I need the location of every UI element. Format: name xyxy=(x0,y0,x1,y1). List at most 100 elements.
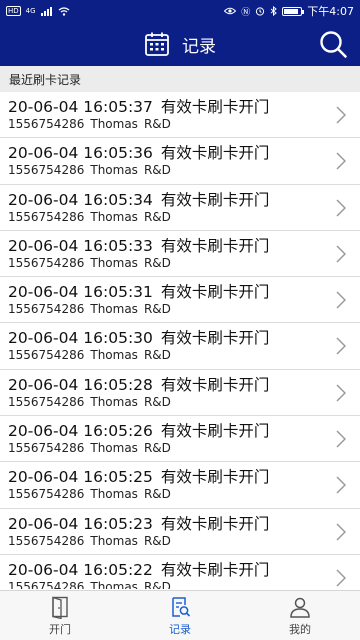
list-item[interactable]: 20-06-04 16:05:31 有效卡刷卡开门 1556754286 Thomas… xyxy=(0,277,360,324)
record-datetime: 20-06-04 16:05:36 xyxy=(8,144,153,163)
record-header: 20-06-04 16:05:23 有效卡刷卡开门 xyxy=(8,512,269,534)
chevron-right-icon xyxy=(336,152,346,170)
list-item[interactable]: 20-06-04 16:05:25 有效卡刷卡开门 1556754286 Thomas… xyxy=(0,462,360,509)
record-details: 1556754286 Thomas R&D xyxy=(8,210,177,224)
list-item[interactable]: 20-06-04 16:05:23 有效卡刷卡开门 1556754286 Thomas… xyxy=(0,509,360,555)
record-card-number: 1556754286 xyxy=(8,117,85,131)
record-department: R&D xyxy=(143,302,171,317)
record-datetime: 20-06-04 16:05:28 xyxy=(8,375,153,394)
list-item[interactable]: 20-06-04 16:05:37 有效卡刷卡开门 1556754286 Thomas… xyxy=(0,92,360,139)
chevron-right-icon xyxy=(336,199,346,217)
list-item[interactable]: 20-06-04 16:05:33 有效卡刷卡开门 1556754286 Thomas… xyxy=(0,231,360,278)
chevron-right-icon xyxy=(336,384,346,402)
status-time: 下午4:07 xyxy=(307,5,354,18)
hd-badge: HD xyxy=(6,6,21,16)
record-card-number: 1556754286 xyxy=(8,487,85,502)
nav-label-records: 记录 xyxy=(169,622,191,636)
nav-label-mine: 我的 xyxy=(289,622,311,636)
list-item[interactable]: 20-06-04 16:05:36 有效卡刷卡开门 1556754286 Thomas… xyxy=(0,138,360,185)
record-status: 有效卡刷卡开门 xyxy=(160,144,270,163)
record-header: 20-06-04 16:05:25 有效卡刷卡开门 xyxy=(8,465,269,487)
bottom-nav: 开门 记录 我的 xyxy=(0,590,360,640)
record-user-name: Thomas xyxy=(90,255,138,270)
record-header: 20-06-04 16:05:28 有效卡刷卡开门 xyxy=(8,373,269,395)
status-bar: HD 4G Ⓝ 下午4:07 xyxy=(0,0,360,22)
record-status: 有效卡刷卡开门 xyxy=(160,422,270,441)
record-status: 有效卡刷卡开门 xyxy=(160,236,270,255)
list-item[interactable]: 20-06-04 16:05:34 有效卡刷卡开门 1556754286 Thomas… xyxy=(0,185,360,231)
door-icon xyxy=(52,596,68,619)
record-card-number: 1556754286 xyxy=(8,255,85,270)
record-datetime: 20-06-04 16:05:26 xyxy=(8,422,153,441)
list-item[interactable]: 20-06-04 16:05:28 有效卡刷卡开门 1556754286 Thomas… xyxy=(0,370,360,417)
record-status: 有效卡刷卡开门 xyxy=(160,283,270,302)
record-card-number: 1556754286 xyxy=(8,579,85,589)
record-department: R&D xyxy=(143,209,171,224)
record-status: 有效卡刷卡开门 xyxy=(160,375,270,394)
signal-bars-icon xyxy=(40,6,52,16)
record-department: R&D xyxy=(143,533,171,548)
record-header: 20-06-04 16:05:37 有效卡刷卡开门 xyxy=(8,95,269,117)
record-datetime: 20-06-04 16:05:25 xyxy=(8,468,153,487)
record-department: R&D xyxy=(143,163,171,178)
record-details: 1556754286 Thomas R&D xyxy=(8,117,177,131)
record-user-name: Thomas xyxy=(90,163,138,178)
signal-indicator: 4G xyxy=(25,7,36,15)
list-item[interactable]: 20-06-04 16:05:26 有效卡刷卡开门 1556754286 Thomas… xyxy=(0,416,360,463)
chevron-right-icon xyxy=(336,291,346,309)
record-details: 1556754286 Thomas R&D xyxy=(8,163,177,177)
record-header: 20-06-04 16:05:33 有效卡刷卡开门 xyxy=(8,234,269,256)
status-right: Ⓝ 下午4:07 xyxy=(224,3,354,19)
title-group: 记录 xyxy=(144,31,216,57)
chevron-right-icon xyxy=(336,106,346,124)
record-card-number: 1556754286 xyxy=(8,302,85,317)
record-details: 1556754286 Thomas R&D xyxy=(8,534,177,548)
list-item[interactable]: 20-06-04 16:05:30 有效卡刷卡开门 1556754286 Thomas… xyxy=(0,323,360,370)
nav-item-records[interactable]: 记录 xyxy=(120,591,240,640)
chevron-right-icon xyxy=(336,245,346,263)
section-header: 最近刷卡记录 xyxy=(0,66,360,92)
nav-item-open-door[interactable]: 开门 xyxy=(0,591,120,640)
chevron-right-icon xyxy=(336,337,346,356)
record-details: 1556754286 Thomas R&D xyxy=(8,302,177,316)
record-header: 20-06-04 16:05:30 有效卡刷卡开门 xyxy=(8,326,269,348)
record-user-name: Thomas xyxy=(90,579,138,589)
record-status: 有效卡刷卡开门 xyxy=(160,560,270,579)
record-header: 20-06-04 16:05:22 有效卡刷卡开门 xyxy=(8,558,269,580)
record-user-name: Thomas xyxy=(90,441,138,456)
record-search-icon xyxy=(172,596,191,617)
record-department: R&D xyxy=(143,487,171,502)
record-user-name: Thomas xyxy=(90,533,138,548)
record-datetime: 20-06-04 16:05:22 xyxy=(8,560,153,579)
record-datetime: 20-06-04 16:05:23 xyxy=(8,514,153,533)
record-status: 有效卡刷卡开门 xyxy=(160,514,270,533)
alarm-icon xyxy=(256,7,265,16)
record-card-number: 1556754286 xyxy=(8,394,85,409)
record-details: 1556754286 Thomas R&D xyxy=(8,441,177,455)
record-status: 有效卡刷卡开门 xyxy=(160,468,270,487)
record-department: R&D xyxy=(143,255,171,270)
search-icon[interactable] xyxy=(318,29,348,59)
chevron-right-icon xyxy=(336,430,346,448)
record-status: 有效卡刷卡开门 xyxy=(160,190,270,209)
record-datetime: 20-06-04 16:05:31 xyxy=(8,283,153,302)
record-header: 20-06-04 16:05:34 有效卡刷卡开门 xyxy=(8,188,269,210)
app-bar: 记录 xyxy=(0,22,360,66)
record-details: 1556754286 Thomas R&D xyxy=(8,348,177,362)
nav-label-open-door: 开门 xyxy=(49,622,71,636)
nav-item-mine[interactable]: 我的 xyxy=(240,591,360,640)
record-card-number: 1556754286 xyxy=(8,533,85,548)
record-user-name: Thomas xyxy=(90,348,138,363)
records-list[interactable]: 20-06-04 16:05:37 有效卡刷卡开门 1556754286 Thomas… xyxy=(0,92,360,589)
record-header: 20-06-04 16:05:31 有效卡刷卡开门 xyxy=(8,280,269,302)
record-department: R&D xyxy=(143,441,171,456)
record-user-name: Thomas xyxy=(90,487,138,502)
record-department: R&D xyxy=(143,117,171,131)
record-status: 有效卡刷卡开门 xyxy=(160,98,270,116)
chevron-right-icon xyxy=(336,569,346,587)
record-user-name: Thomas xyxy=(90,209,138,224)
list-item[interactable]: 20-06-04 16:05:22 有效卡刷卡开门 1556754286 Thomas… xyxy=(0,555,360,589)
bluetooth-icon xyxy=(270,6,278,16)
record-card-number: 1556754286 xyxy=(8,209,85,224)
record-status: 有效卡刷卡开门 xyxy=(160,329,270,348)
